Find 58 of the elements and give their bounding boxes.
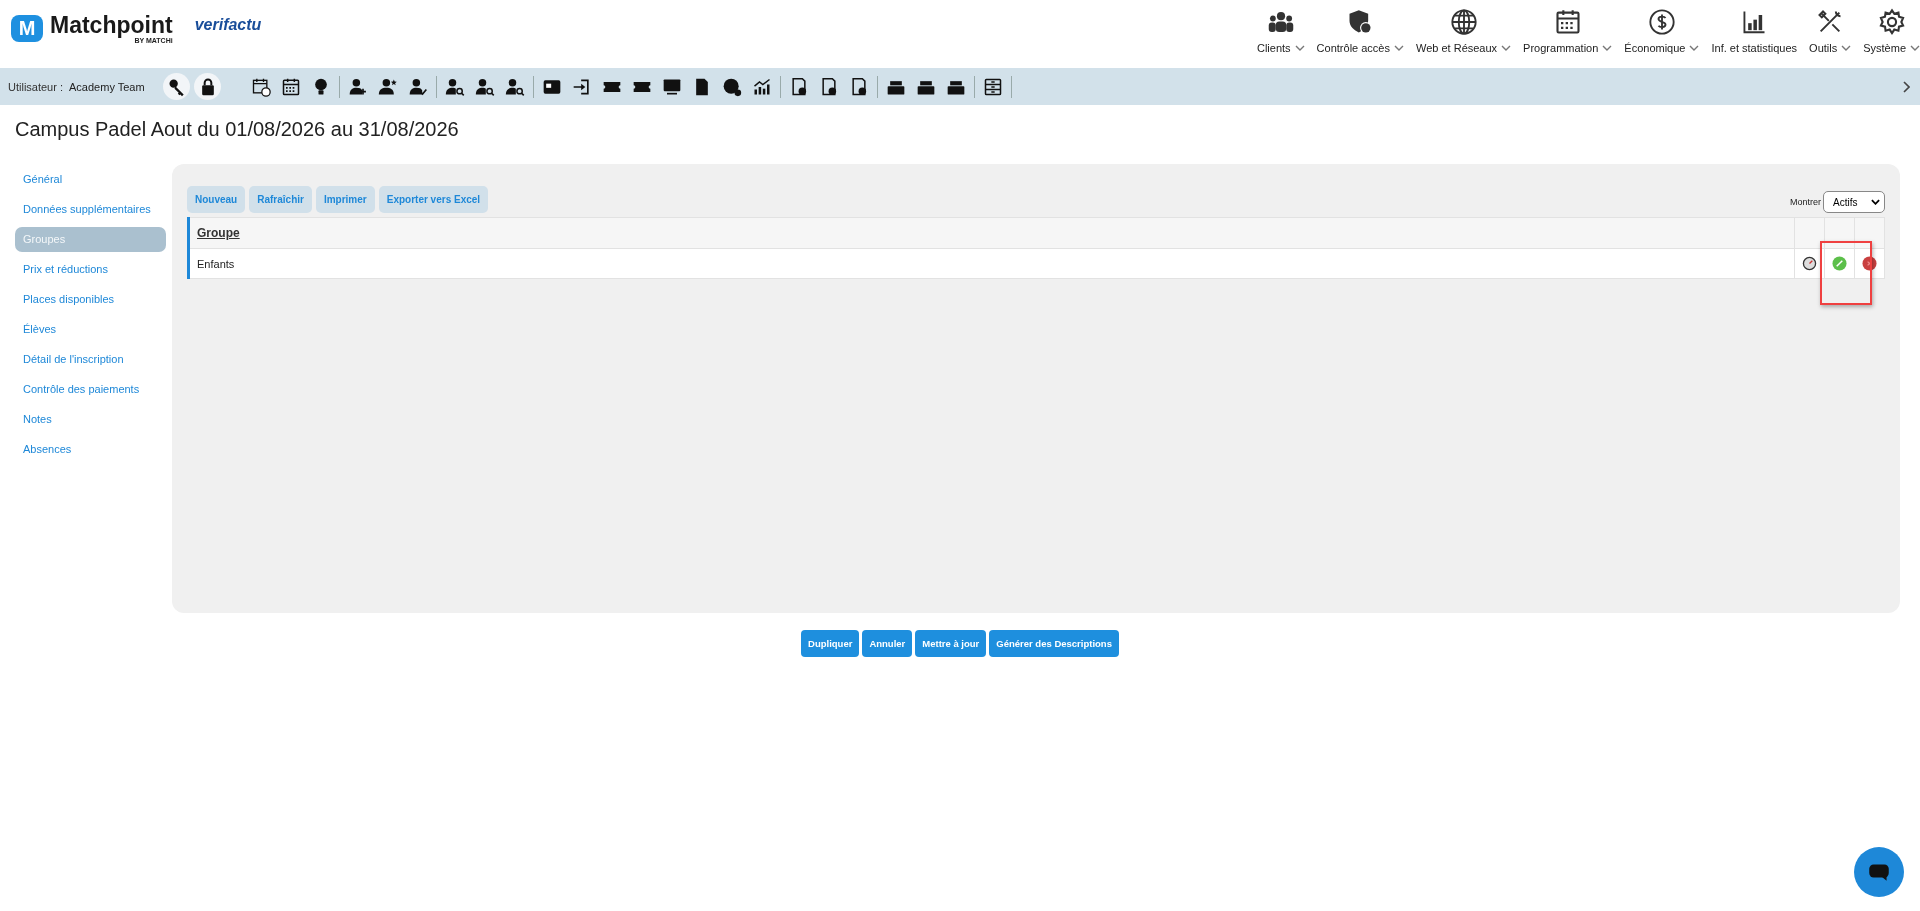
- user-search-icon[interactable]: [504, 76, 525, 97]
- user-check-icon[interactable]: [407, 76, 428, 97]
- user-name: Academy Team: [69, 80, 145, 93]
- page-title: Campus Padel Aout du 01/08/2026 au 31/08/2026: [15, 118, 460, 142]
- drawer-icon[interactable]: [982, 76, 1003, 97]
- chevron-down-icon: [1871, 199, 1880, 205]
- action-button[interactable]: Exporter vers Excel: [378, 186, 489, 213]
- gauge-icon[interactable]: [1802, 256, 1817, 271]
- menu-item[interactable]: Inf. et statistiques: [1711, 8, 1798, 54]
- sidebar-item[interactable]: Données supplémentaires: [15, 196, 166, 222]
- menu-item[interactable]: Système: [1863, 8, 1920, 54]
- calendar-icon[interactable]: [280, 76, 301, 97]
- menu-item[interactable]: Clients: [1257, 8, 1305, 54]
- menu-item[interactable]: Contrôle accès: [1316, 8, 1404, 54]
- key-button[interactable]: [162, 73, 190, 100]
- globe-icon: [1449, 8, 1478, 36]
- menu-item[interactable]: Programmation: [1523, 8, 1613, 54]
- user-label: Utilisateur :: [8, 80, 64, 93]
- lock-button[interactable]: [193, 73, 221, 100]
- logo-mark: M: [11, 15, 43, 42]
- delete-icon[interactable]: [1862, 256, 1877, 271]
- sidebar-item[interactable]: Élèves: [15, 316, 166, 342]
- sidebar-item[interactable]: Contrôle des paiements: [15, 376, 166, 402]
- action-button[interactable]: Nouveau: [187, 186, 246, 213]
- partner-logo: verifactu: [194, 15, 262, 34]
- filter-label: Montrer: [1790, 197, 1821, 207]
- gear-icon: [1877, 8, 1906, 36]
- footer-button[interactable]: Dupliquer: [801, 630, 860, 657]
- sidebar-item[interactable]: Absences: [15, 436, 166, 462]
- sidebar-item[interactable]: Prix et réductions: [15, 256, 166, 282]
- dollar-icon: [1647, 8, 1676, 36]
- action-button[interactable]: Imprimer: [315, 186, 375, 213]
- table-cell: Enfants: [188, 248, 1795, 279]
- footer-button[interactable]: Annuler: [862, 630, 913, 657]
- menu-item[interactable]: Économique: [1624, 8, 1700, 54]
- user-star-icon[interactable]: [377, 76, 398, 97]
- sidebar-item[interactable]: Places disponibles: [15, 286, 166, 312]
- filter-select[interactable]: Actifs: [1823, 191, 1885, 213]
- footer-button[interactable]: Générer des Descriptions: [989, 630, 1119, 657]
- chart-up-icon[interactable]: [751, 76, 772, 97]
- chevron-right-icon[interactable]: [1902, 80, 1910, 93]
- footer-button[interactable]: Mettre à jour: [915, 630, 987, 657]
- sidebar-item[interactable]: Notes: [15, 406, 166, 432]
- coin-icon[interactable]: [721, 76, 742, 97]
- column-header[interactable]: Groupe: [188, 217, 1795, 249]
- logo-name: Matchpoint: [50, 13, 173, 37]
- menu-item[interactable]: Outils: [1809, 8, 1852, 54]
- calendar-icon: [1553, 8, 1582, 36]
- menu-item[interactable]: Web et Réseaux: [1416, 8, 1512, 54]
- sidebar-item[interactable]: Détail de l'inscription: [15, 346, 166, 372]
- sidebar-item[interactable]: Général: [15, 166, 166, 192]
- user-search-icon[interactable]: [444, 76, 465, 97]
- user-plus-icon[interactable]: [347, 76, 368, 97]
- calendar-clock-icon[interactable]: [250, 76, 271, 97]
- user-search-icon[interactable]: [474, 76, 495, 97]
- action-button[interactable]: Rafraîchir: [249, 186, 312, 213]
- highlight-box: [1820, 241, 1872, 305]
- chat-button[interactable]: [1854, 847, 1904, 897]
